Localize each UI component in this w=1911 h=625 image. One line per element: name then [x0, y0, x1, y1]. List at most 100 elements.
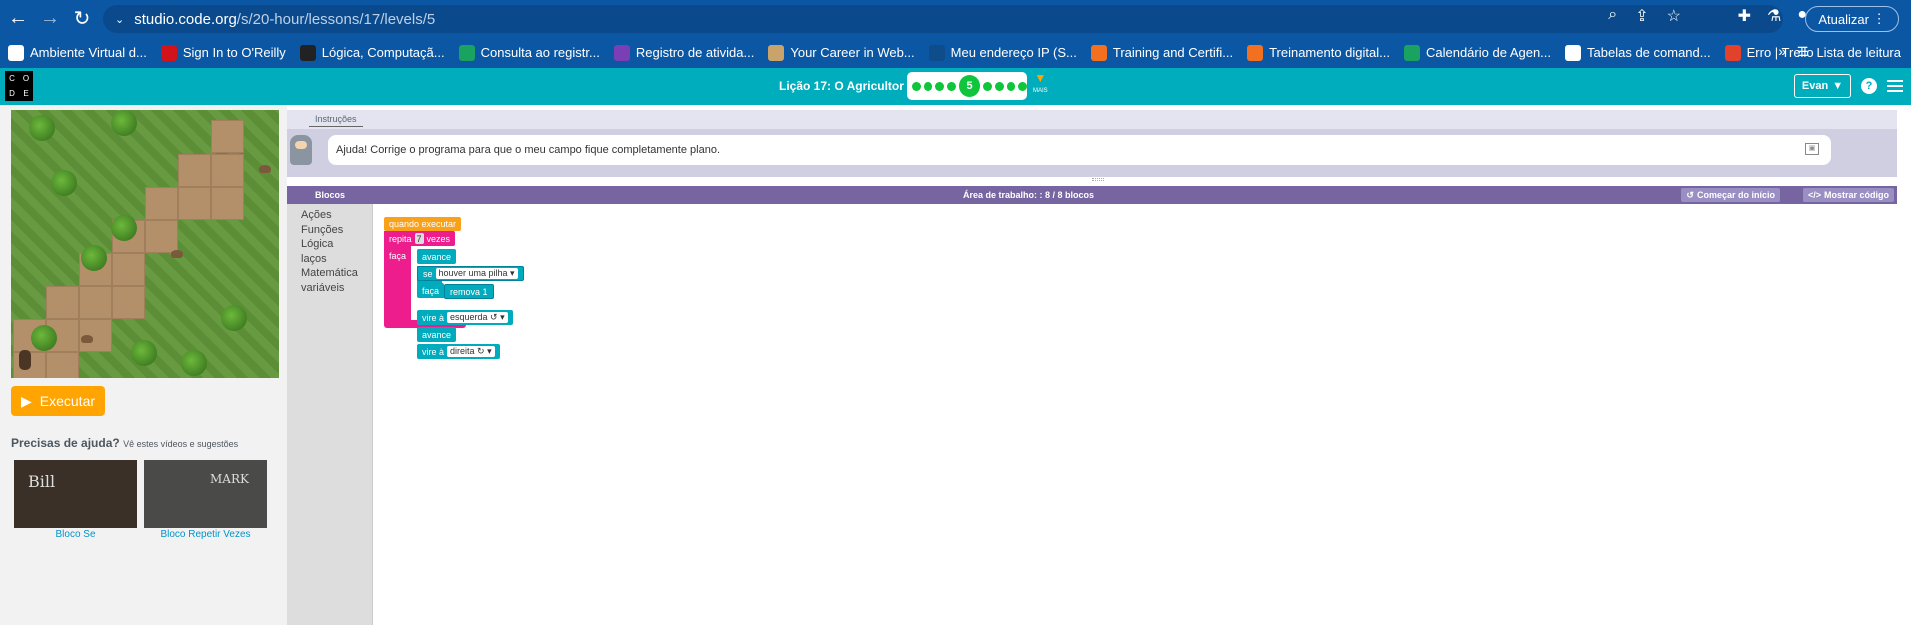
video-label[interactable]: Bloco Se — [14, 529, 137, 540]
block-count: Área de trabalho: : 8 / 8 blocos — [963, 190, 1095, 200]
star-icon[interactable]: ☆ — [1667, 6, 1681, 26]
bookmark-label: Sign In to O'Reilly — [182, 45, 286, 60]
lesson-title[interactable]: Lição 17: O Agricultor 3 — [779, 79, 914, 93]
bookmark-label: Consulta ao registr... — [480, 45, 600, 60]
category-loops[interactable]: laços — [301, 252, 372, 267]
level-dot[interactable] — [912, 81, 921, 91]
category-logic[interactable]: Lógica — [301, 237, 372, 252]
bookmark-favicon-icon — [1565, 44, 1582, 61]
instructions-header: Instruções — [287, 110, 1897, 129]
instructions-panel: Instruções Ajuda! Corrige o programa par… — [287, 110, 1897, 185]
user-menu[interactable]: Evan ▼ — [1794, 74, 1851, 98]
code-header: C O D E Lição 17: O Agricultor 3 5 ▼ MAIS… — [0, 68, 1911, 105]
turn-left-block[interactable]: vire à esquerda ↺ ▾ — [417, 310, 513, 325]
repeat-block[interactable]: repita 7 vezes — [384, 231, 456, 246]
reading-list-button[interactable]: ☰ Lista de leitura — [1797, 44, 1901, 60]
level-dot[interactable] — [1018, 81, 1028, 91]
dirt-tile — [178, 187, 211, 220]
bookmark-item[interactable]: Calendário de Agen... — [1403, 44, 1552, 61]
show-code-button[interactable]: </> Mostrar código — [1802, 188, 1894, 202]
update-button[interactable]: Atualizar ⋮ — [1805, 6, 1899, 32]
level-dot[interactable] — [1006, 81, 1016, 91]
run-button[interactable]: ▶ Executar — [11, 386, 105, 416]
repeat-count-field[interactable]: 7 — [414, 233, 424, 244]
code-icon: </> — [1807, 190, 1821, 200]
level-dot[interactable] — [983, 81, 992, 91]
dirt-tile — [211, 187, 244, 220]
forward-icon[interactable]: → — [36, 5, 64, 33]
block-label: avance — [422, 329, 452, 340]
logo-letter: E — [23, 89, 29, 98]
tree — [111, 110, 137, 136]
bookmark-item[interactable]: Lógica, Computaçã... — [299, 44, 445, 61]
dirt-tile — [46, 352, 79, 378]
video-thumbnail-repeat-block[interactable]: MARK — [144, 460, 267, 528]
more-levels-button[interactable]: ▼ MAIS — [1033, 72, 1048, 96]
restart-button[interactable]: ↺ Começar do início — [1681, 188, 1780, 202]
tree — [81, 245, 107, 271]
move-forward-block[interactable]: avance — [417, 249, 457, 264]
resize-handle[interactable] — [1092, 178, 1104, 181]
reload-icon[interactable]: ↻ — [68, 5, 96, 33]
remove-block[interactable]: remova 1 — [444, 284, 494, 299]
turn-direction-dropdown[interactable]: direita ↻ ▾ — [447, 346, 495, 357]
video-title-art: MARK — [210, 472, 249, 486]
instruction-text: Ajuda! Corrige o programa para que o meu… — [336, 144, 721, 156]
category-math[interactable]: Matemática — [301, 266, 372, 281]
bookmark-item[interactable]: Registro de ativida... — [613, 44, 754, 61]
current-level-dot[interactable]: 5 — [958, 75, 981, 97]
labs-icon[interactable]: ⚗ — [1767, 6, 1781, 26]
back-icon[interactable]: ← — [4, 5, 32, 33]
level-dot[interactable] — [947, 81, 956, 91]
help-icon[interactable]: ? — [1861, 78, 1877, 94]
level-dot[interactable] — [935, 81, 945, 91]
if-condition-dropdown[interactable]: houver uma pilha ▾ — [435, 268, 518, 279]
bookmark-label: Calendário de Agen... — [1425, 45, 1552, 60]
bookmark-favicon-icon — [8, 44, 24, 61]
category-functions[interactable]: Funções — [301, 223, 372, 238]
move-forward-block[interactable]: avance — [417, 327, 457, 342]
bookmarks-overflow-icon[interactable]: » — [1778, 43, 1786, 59]
help-subtitle: Vê estes vídeos e sugestões — [123, 439, 239, 449]
tree — [131, 340, 157, 366]
bookmark-item[interactable]: Sign In to O'Reilly — [160, 44, 286, 61]
bookmark-item[interactable]: Consulta ao registr... — [458, 44, 600, 61]
tab-instructions[interactable]: Instruções — [309, 114, 363, 127]
share-icon[interactable]: ⇪ — [1635, 6, 1648, 26]
site-info-icon[interactable]: ⌄ — [115, 13, 124, 26]
if-block[interactable]: se houver uma pilha ▾ — [417, 266, 524, 281]
category-actions[interactable]: Ações — [301, 208, 372, 223]
hamburger-menu-icon[interactable] — [1887, 80, 1903, 92]
when-run-block[interactable]: quando executar — [384, 217, 462, 231]
category-variables[interactable]: variáveis — [301, 281, 372, 296]
block-label: vezes — [426, 233, 451, 244]
level-dot[interactable] — [923, 81, 933, 91]
extensions-icon[interactable]: ✚ — [1738, 6, 1751, 26]
code-logo[interactable]: C O D E — [5, 71, 33, 101]
workspace-header: Blocos Área de trabalho: : 8 / 8 blocos … — [287, 186, 1897, 204]
bookmark-item[interactable]: Tabelas de comand... — [1565, 44, 1711, 61]
bookmark-item[interactable]: Meu endereço IP (S... — [928, 44, 1077, 61]
address-bar[interactable]: ⌄ studio.code.org/s/20-hour/lessons/17/l… — [103, 5, 1783, 33]
tree — [181, 350, 207, 376]
blockly-workspace[interactable]: quando executar repita 7 vezes faça avance… — [373, 204, 1897, 625]
collapse-icon[interactable]: ▣ — [1805, 143, 1819, 155]
character-avatar — [290, 135, 312, 165]
level-dot[interactable] — [994, 81, 1004, 91]
block-label: remova 1 — [450, 286, 488, 297]
bookmark-label: Ambiente Virtual d... — [30, 45, 147, 60]
turn-direction-dropdown[interactable]: esquerda ↺ ▾ — [447, 312, 508, 323]
game-canvas — [11, 110, 279, 378]
video-thumbnail-if-block[interactable]: Bill — [14, 460, 137, 528]
bookmark-favicon-icon — [299, 44, 316, 61]
update-label: Atualizar — [1818, 11, 1869, 27]
bookmark-item[interactable]: Your Career in Web... — [768, 44, 915, 61]
video-label[interactable]: Bloco Repetir Vezes — [144, 529, 267, 540]
turn-right-block[interactable]: vire à direita ↻ ▾ — [417, 344, 500, 359]
dirt-tile — [211, 154, 244, 187]
zoom-icon[interactable]: ⌕ — [1608, 6, 1617, 26]
block-label: faça — [422, 285, 440, 296]
bookmark-item[interactable]: Treinamento digital... — [1247, 44, 1390, 61]
bookmark-item[interactable]: Ambiente Virtual d... — [8, 44, 147, 61]
bookmark-item[interactable]: Training and Certifi... — [1090, 44, 1233, 61]
